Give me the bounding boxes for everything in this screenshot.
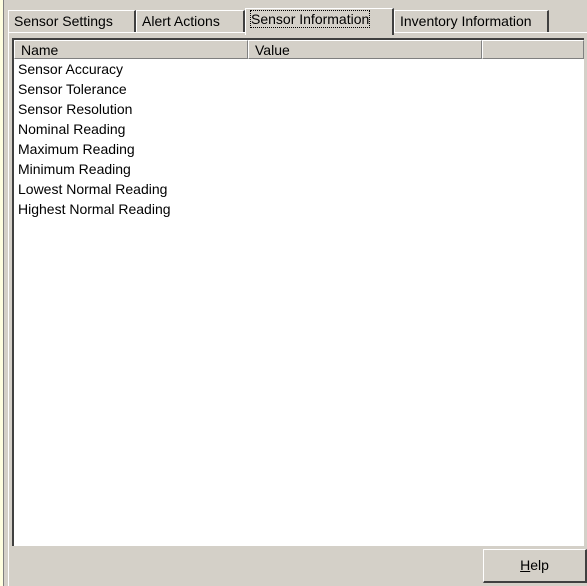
- tab-strip: Sensor Settings Alert Actions Sensor Inf…: [8, 8, 587, 35]
- tab-label: Inventory Information: [400, 13, 532, 29]
- help-button[interactable]: Help: [483, 549, 587, 583]
- list-item[interactable]: Sensor Resolution: [14, 99, 171, 119]
- list-rows: Sensor Accuracy Sensor Tolerance Sensor Re…: [14, 59, 171, 219]
- tab-sensor-settings[interactable]: Sensor Settings: [8, 10, 136, 32]
- list-item-name: Maximum Reading: [18, 141, 135, 157]
- help-mnemonic: H: [520, 557, 531, 573]
- list-item[interactable]: Nominal Reading: [14, 119, 171, 139]
- list-item[interactable]: Lowest Normal Reading: [14, 179, 171, 199]
- tab-label: Alert Actions: [142, 13, 220, 29]
- list-item[interactable]: Sensor Tolerance: [14, 79, 171, 99]
- list-item[interactable]: Maximum Reading: [14, 139, 171, 159]
- tab-label: Sensor Information: [249, 10, 371, 28]
- list-item-name: Sensor Accuracy: [18, 61, 124, 77]
- list-item[interactable]: Sensor Accuracy: [14, 59, 171, 79]
- list-item-name: Sensor Resolution: [18, 101, 133, 117]
- column-header-name[interactable]: Name: [14, 40, 248, 59]
- list-item[interactable]: Minimum Reading: [14, 159, 171, 179]
- tab-sensor-information[interactable]: Sensor Information: [245, 8, 394, 35]
- list-item[interactable]: Highest Normal Reading: [14, 199, 171, 219]
- list-item-name: Nominal Reading: [18, 121, 126, 137]
- tab-label: Sensor Settings: [14, 13, 113, 29]
- list-item-name: Lowest Normal Reading: [18, 181, 168, 197]
- list-item-name: Sensor Tolerance: [18, 81, 127, 97]
- help-label-rest: elp: [530, 557, 549, 573]
- tab-alert-actions[interactable]: Alert Actions: [136, 10, 245, 32]
- sensor-info-list[interactable]: Name Value Sensor Accuracy Sensor Toleran…: [12, 38, 584, 546]
- column-header-value[interactable]: Value: [248, 40, 482, 59]
- column-header-filler: [482, 40, 584, 59]
- list-header: Name Value: [14, 40, 584, 59]
- list-item-name: Highest Normal Reading: [18, 201, 171, 217]
- tab-inventory-information[interactable]: Inventory Information: [394, 10, 549, 32]
- list-item-name: Minimum Reading: [18, 161, 131, 177]
